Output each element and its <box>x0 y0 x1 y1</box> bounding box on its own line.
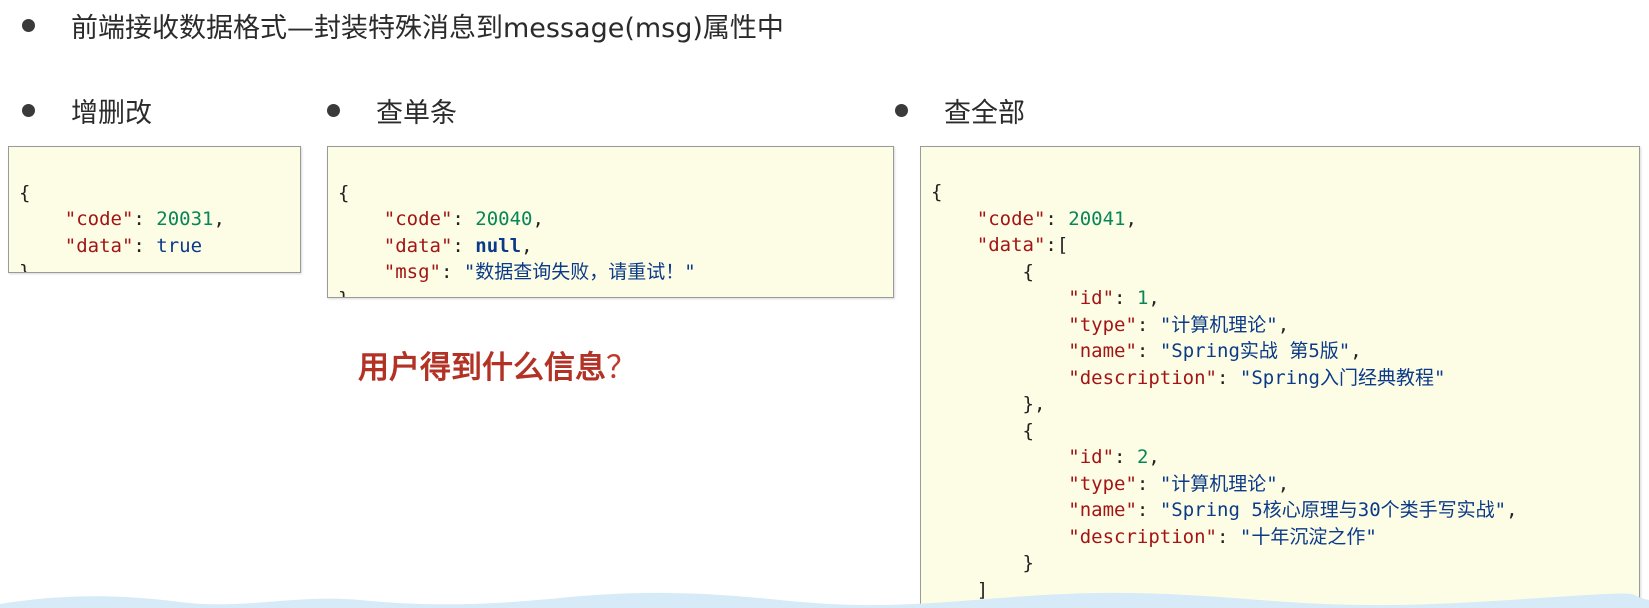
bullet-icon <box>22 104 35 117</box>
section-crud-header: 增删改 <box>22 91 152 130</box>
bottom-wave-decoration <box>0 592 1649 608</box>
question-text: 用户得到什么信息？ <box>358 342 637 387</box>
json-item-open: { <box>931 419 1034 442</box>
json-line-data: "data": true <box>64 234 203 257</box>
json-keyword: null <box>475 234 522 257</box>
bullet-icon <box>895 104 908 117</box>
json-key: "data" <box>383 234 453 257</box>
heading-row: 前端接收数据格式—封装特殊消息到message(msg)属性中 <box>22 6 784 45</box>
single-json-box: { "code": 20040, "data": null, "msg": "数… <box>327 146 894 298</box>
question-mark: ？ <box>606 350 637 386</box>
section-title-crud: 增删改 <box>71 98 152 129</box>
json-line-id: "id": 1, <box>1068 287 1160 310</box>
json-number: 20041 <box>1068 207 1126 230</box>
json-key: "code" <box>976 207 1046 230</box>
section-title-single: 查单条 <box>376 98 457 129</box>
json-item-open: { <box>931 260 1034 283</box>
json-open-brace: { <box>931 181 943 204</box>
json-key: "data" <box>976 234 1046 257</box>
json-item-close: } <box>931 552 1034 575</box>
crud-json-box: { "code": 20031, "data": true} <box>8 146 301 273</box>
json-open-brace: { <box>338 181 350 204</box>
json-key: "id" <box>1068 446 1115 469</box>
json-line-code: "code": 20041, <box>976 207 1137 230</box>
json-line-name: "name": "Spring实战 第5版", <box>1068 340 1362 363</box>
section-title-all: 查全部 <box>944 98 1025 129</box>
page-title: 前端接收数据格式—封装特殊消息到message(msg)属性中 <box>71 13 784 44</box>
json-key: "description" <box>1068 366 1217 389</box>
json-key: "id" <box>1068 287 1115 310</box>
json-key: "name" <box>1068 340 1137 363</box>
json-key: "name" <box>1068 499 1137 522</box>
json-string: "Spring入门经典教程" <box>1239 366 1446 389</box>
json-key: "code" <box>383 208 453 230</box>
json-string: "计算机理论" <box>1159 472 1278 495</box>
json-number: 2 <box>1136 446 1149 469</box>
json-close-brace: } <box>19 261 31 273</box>
json-line-type: "type": "计算机理论", <box>1068 472 1290 495</box>
bullet-icon <box>327 104 340 117</box>
json-key: "msg" <box>383 261 441 283</box>
json-key: "type" <box>1068 472 1137 495</box>
json-string: "数据查询失败，请重试！" <box>463 261 696 283</box>
section-all-header: 查全部 <box>895 91 1025 130</box>
json-keyword: true <box>156 234 203 257</box>
json-number: 20031 <box>156 208 214 230</box>
json-line-type: "type": "计算机理论", <box>1068 313 1290 336</box>
json-string: "十年沉淀之作" <box>1239 525 1377 548</box>
json-line-data: "data":[ <box>976 234 1069 257</box>
json-number: 20040 <box>475 208 533 230</box>
json-key: "description" <box>1068 525 1217 548</box>
json-string: "计算机理论" <box>1159 313 1278 336</box>
json-item-close: }, <box>931 393 1046 416</box>
json-line-id: "id": 2, <box>1068 446 1160 469</box>
json-key: "code" <box>64 208 134 230</box>
bullet-icon <box>22 19 35 32</box>
json-open-brace: { <box>19 181 31 204</box>
json-line-data: "data": null, <box>383 234 533 257</box>
json-string: "Spring 5核心原理与30个类手写实战" <box>1159 499 1507 522</box>
json-line-name: "name": "Spring 5核心原理与30个类手写实战", <box>1068 499 1518 522</box>
json-line-code: "code": 20040, <box>383 208 544 230</box>
json-key: "type" <box>1068 313 1137 336</box>
question-label: 用户得到什么信息 <box>358 350 606 386</box>
json-line-msg: "msg": "数据查询失败，请重试！" <box>383 261 696 283</box>
json-key: "data" <box>64 234 134 257</box>
json-number: 1 <box>1136 287 1149 310</box>
section-single-header: 查单条 <box>327 91 457 130</box>
json-line-description: "description": "Spring入门经典教程" <box>1068 366 1446 389</box>
json-line-code: "code": 20031, <box>64 208 225 230</box>
json-string: "Spring实战 第5版" <box>1159 340 1351 363</box>
json-close-brace: } <box>338 286 883 298</box>
json-line-description: "description": "十年沉淀之作" <box>1068 525 1377 548</box>
all-json-box: { "code": 20041, "data":[ { "id": 1, "ty… <box>920 146 1640 608</box>
